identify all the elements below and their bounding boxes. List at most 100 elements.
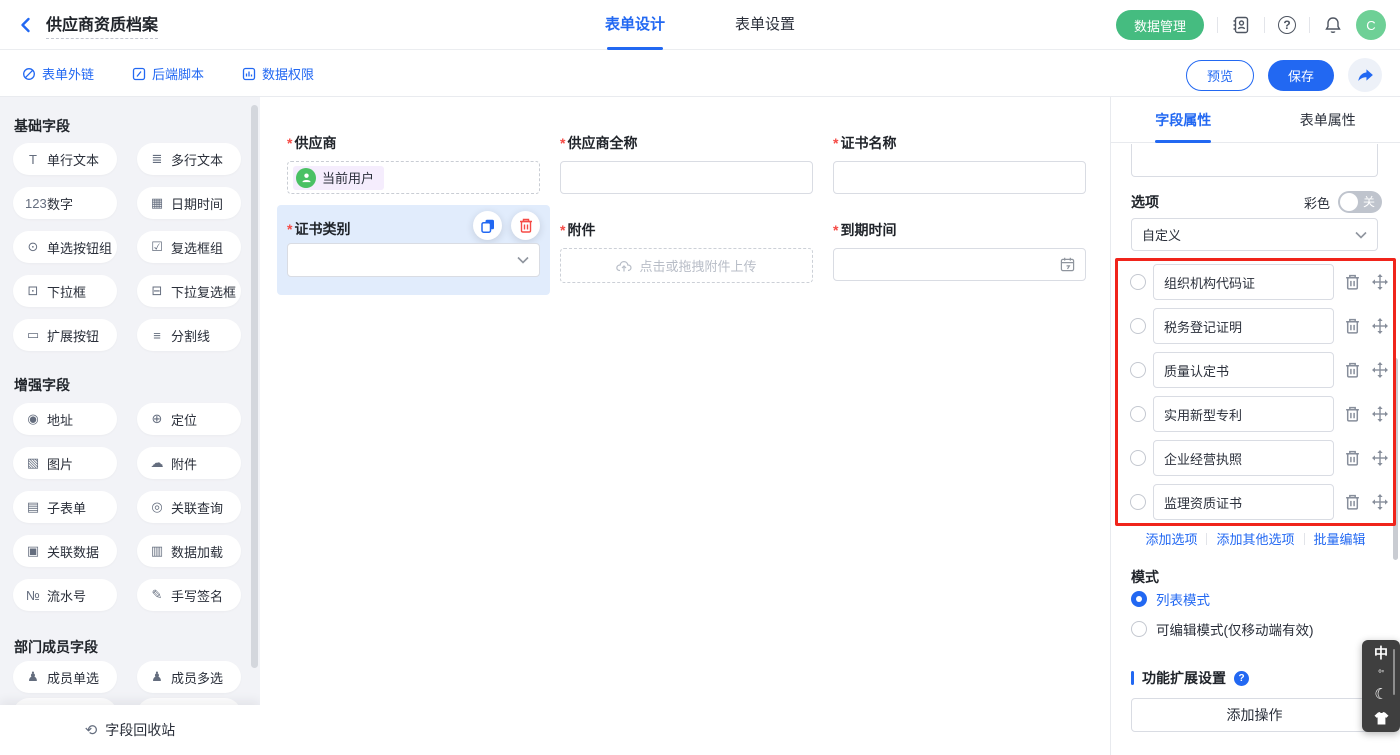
supplier-input[interactable]: 当前用户 bbox=[287, 161, 540, 194]
cert-name-input[interactable] bbox=[833, 161, 1086, 194]
radio-icon[interactable] bbox=[1131, 621, 1147, 637]
field-supplier[interactable]: *供应商 当前用户 bbox=[287, 133, 540, 194]
option-input[interactable] bbox=[1153, 396, 1334, 432]
contacts-book-icon[interactable] bbox=[1231, 15, 1251, 35]
notification-bell-icon[interactable] bbox=[1323, 15, 1343, 35]
move-option-icon[interactable] bbox=[1372, 318, 1388, 334]
field-type-button[interactable]: ⊟ 下拉复选框 bbox=[137, 275, 241, 307]
field-type-button[interactable]: ▣ 关联数据 bbox=[13, 535, 117, 567]
field-type-button[interactable]: ▤ 子表单 bbox=[13, 491, 117, 523]
tab-form-settings[interactable]: 表单设置 bbox=[735, 0, 795, 50]
copy-field-button[interactable] bbox=[473, 211, 502, 240]
form-canvas[interactable]: *供应商 当前用户 *供应商全称 *证书名称 *证书类别 bbox=[260, 97, 1110, 755]
form-external-link[interactable]: 表单外链 bbox=[22, 64, 94, 83]
user-avatar[interactable]: C bbox=[1356, 10, 1386, 40]
field-type-button[interactable]: ⊙ 单选按钮组 bbox=[13, 231, 117, 263]
field-type-button[interactable]: T 单行文本 bbox=[13, 143, 117, 175]
field-type-button[interactable]: ≣ 多行文本 bbox=[137, 143, 241, 175]
supplier-full-name-input[interactable] bbox=[560, 161, 813, 194]
option-radio[interactable] bbox=[1130, 494, 1146, 510]
option-radio[interactable] bbox=[1130, 450, 1146, 466]
move-option-icon[interactable] bbox=[1372, 362, 1388, 378]
option-input[interactable] bbox=[1153, 484, 1334, 520]
add-action-button[interactable]: 添加操作 bbox=[1131, 698, 1378, 732]
field-cert-name[interactable]: *证书名称 bbox=[833, 133, 1086, 194]
field-type-button[interactable]: ▦ 日期时间 bbox=[137, 187, 241, 219]
option-radio[interactable] bbox=[1130, 406, 1146, 422]
help-badge-icon[interactable]: ? bbox=[1234, 671, 1249, 686]
share-button[interactable] bbox=[1348, 58, 1382, 92]
move-option-icon[interactable] bbox=[1372, 494, 1388, 510]
image-icon: ▧ bbox=[25, 455, 41, 471]
field-recycle-bin[interactable]: ⟲ 字段回收站 bbox=[0, 705, 260, 755]
field-type-button[interactable]: ⊡ 下拉框 bbox=[13, 275, 117, 307]
field-type-button[interactable]: ♟ 成员单选 bbox=[13, 661, 117, 693]
add-other-option-link[interactable]: 添加其他选项 bbox=[1216, 529, 1294, 548]
top-header: 供应商资质档案 表单设计 表单设置 数据管理 ? C bbox=[0, 0, 1400, 50]
option-input[interactable] bbox=[1153, 352, 1334, 388]
move-option-icon[interactable] bbox=[1372, 406, 1388, 422]
data-permission-link[interactable]: 数据权限 bbox=[242, 64, 314, 83]
field-type-button[interactable]: ♟ 成员多选 bbox=[137, 661, 241, 693]
field-attachment[interactable]: *附件 点击或拖拽附件上传 bbox=[560, 220, 813, 283]
option-radio[interactable] bbox=[1130, 318, 1146, 334]
option-radio[interactable] bbox=[1130, 362, 1146, 378]
add-option-link[interactable]: 添加选项 bbox=[1145, 529, 1197, 548]
option-input[interactable] bbox=[1153, 264, 1334, 300]
option-input[interactable] bbox=[1153, 440, 1334, 476]
field-type-button[interactable]: ⊕ 定位 bbox=[137, 403, 241, 435]
field-title-input-partial[interactable] bbox=[1131, 144, 1378, 177]
delete-option-icon[interactable] bbox=[1345, 450, 1361, 466]
sidebar-scrollbar[interactable] bbox=[251, 105, 258, 668]
option-input[interactable] bbox=[1153, 308, 1334, 344]
field-expiry-date[interactable]: *到期时间 bbox=[833, 220, 1086, 281]
field-type-button[interactable]: ≡ 分割线 bbox=[137, 319, 241, 351]
field-type-label: 扩展按钮 bbox=[47, 326, 99, 345]
delete-option-icon[interactable] bbox=[1345, 406, 1361, 422]
color-toggle[interactable]: 关 bbox=[1338, 191, 1382, 213]
cert-type-select[interactable] bbox=[287, 243, 540, 277]
save-button[interactable]: 保存 bbox=[1268, 60, 1334, 91]
tab-form-properties[interactable]: 表单属性 bbox=[1256, 97, 1400, 142]
field-type-button[interactable]: ▥ 数据加载 bbox=[137, 535, 241, 567]
field-type-button[interactable]: ◉ 地址 bbox=[13, 403, 117, 435]
move-option-icon[interactable] bbox=[1372, 274, 1388, 290]
field-type-button[interactable]: 123 数字 bbox=[13, 187, 117, 219]
field-supplier-full-name[interactable]: *供应商全称 bbox=[560, 133, 813, 194]
field-type-button[interactable]: ◎ 关联查询 bbox=[137, 491, 241, 523]
attachment-upload-area[interactable]: 点击或拖拽附件上传 bbox=[560, 248, 813, 283]
ime-language-icon[interactable]: 中 bbox=[1374, 646, 1388, 660]
mode-option-list[interactable]: 列表模式 bbox=[1131, 589, 1210, 609]
delete-option-icon[interactable] bbox=[1345, 362, 1361, 378]
option-row bbox=[1130, 308, 1388, 344]
field-type-button[interactable]: ▭ 扩展按钮 bbox=[13, 319, 117, 351]
radio-selected-icon[interactable] bbox=[1131, 591, 1147, 607]
ime-punctuation-icon[interactable]: °' bbox=[1378, 670, 1384, 679]
field-type-button[interactable]: ▧ 图片 bbox=[13, 447, 117, 479]
tab-form-design[interactable]: 表单设计 bbox=[605, 0, 665, 50]
delete-option-icon[interactable] bbox=[1345, 274, 1361, 290]
batch-edit-link[interactable]: 批量编辑 bbox=[1314, 529, 1366, 548]
delete-option-icon[interactable] bbox=[1345, 318, 1361, 334]
field-type-button[interactable]: ☁ 附件 bbox=[137, 447, 241, 479]
options-source-select[interactable]: 自定义 bbox=[1131, 218, 1378, 251]
field-type-button[interactable]: ✎ 手写签名 bbox=[137, 579, 241, 611]
field-type-button[interactable]: № 流水号 bbox=[13, 579, 117, 611]
panel-scrollbar[interactable] bbox=[1393, 358, 1398, 560]
ime-moon-icon[interactable]: ☾ bbox=[1374, 688, 1387, 702]
delete-option-icon[interactable] bbox=[1345, 494, 1361, 510]
mode-option-editable[interactable]: 可编辑模式(仅移动端有效) bbox=[1131, 619, 1314, 639]
help-icon[interactable]: ? bbox=[1278, 16, 1296, 34]
data-manage-button[interactable]: 数据管理 bbox=[1116, 10, 1204, 40]
field-type-button[interactable]: ☑ 复选框组 bbox=[137, 231, 241, 263]
option-radio[interactable] bbox=[1130, 274, 1146, 290]
delete-field-button[interactable] bbox=[511, 211, 540, 240]
selected-field-cert-type[interactable]: *证书类别 bbox=[277, 205, 550, 295]
move-option-icon[interactable] bbox=[1372, 450, 1388, 466]
ime-statusbar[interactable]: 中 °' ☾ bbox=[1362, 640, 1400, 732]
expiry-date-input[interactable] bbox=[833, 248, 1086, 281]
backend-script-link[interactable]: 后端脚本 bbox=[132, 64, 204, 83]
ime-skin-icon[interactable] bbox=[1374, 712, 1389, 725]
preview-button[interactable]: 预览 bbox=[1186, 60, 1254, 91]
tab-field-properties[interactable]: 字段属性 bbox=[1111, 97, 1256, 142]
